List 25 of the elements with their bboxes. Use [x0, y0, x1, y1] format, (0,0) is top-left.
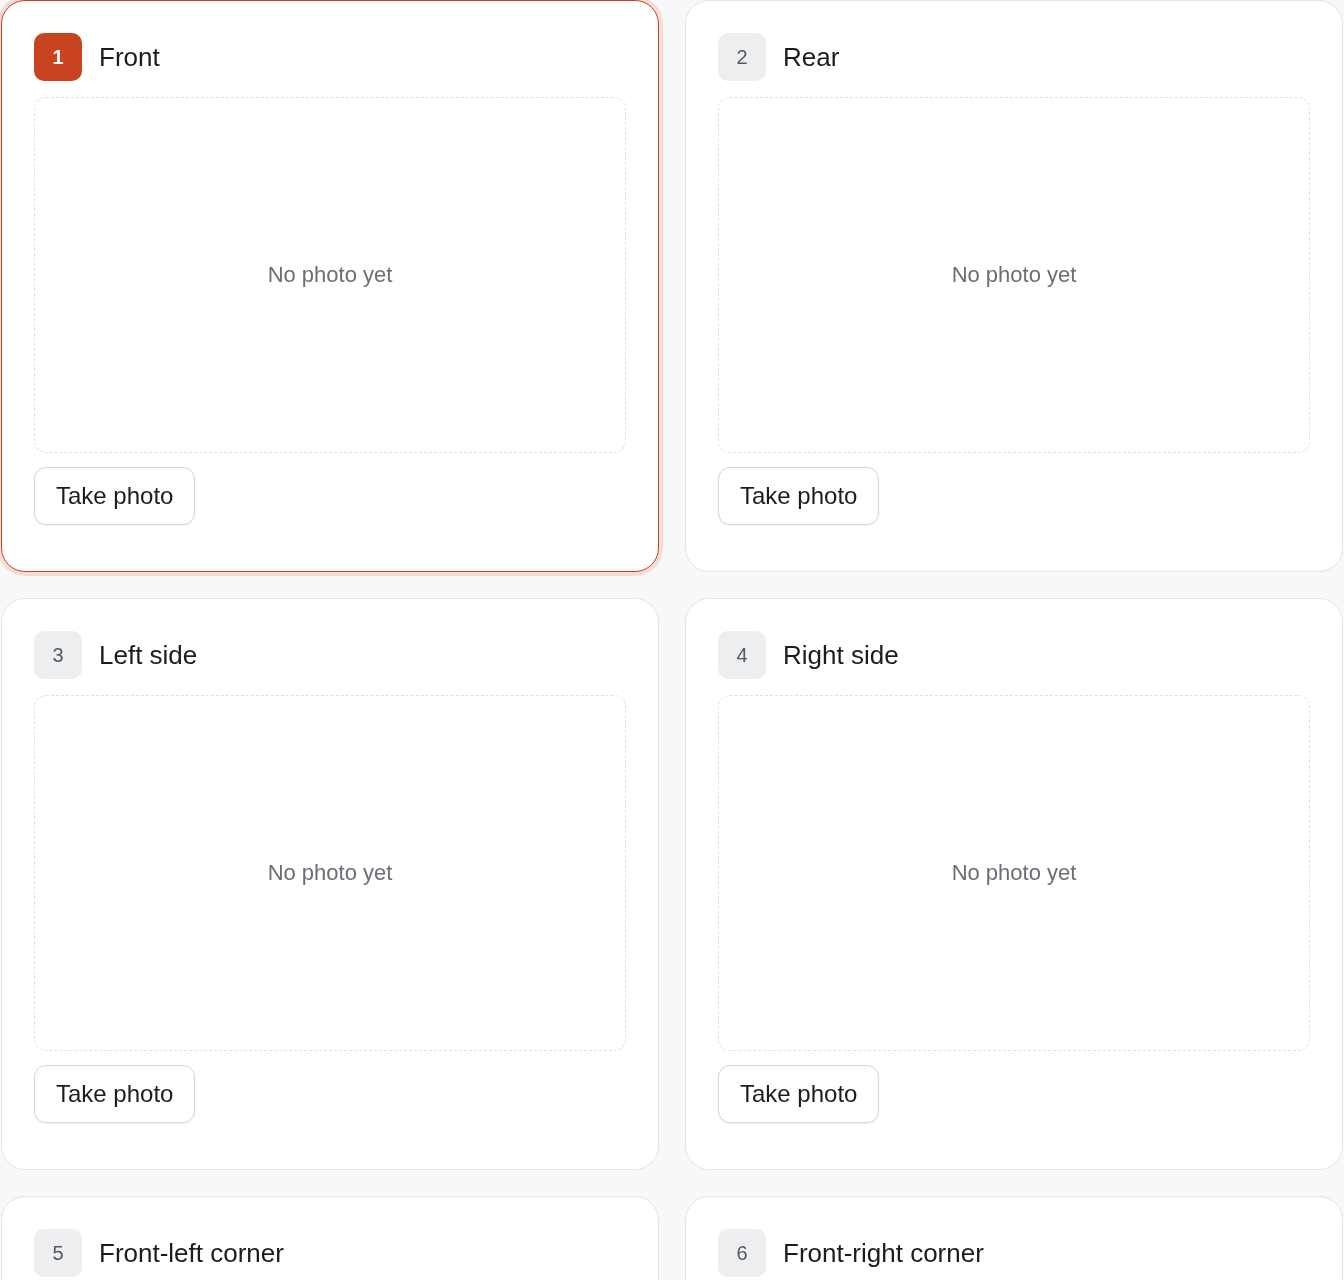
- card-title: Front-left corner: [99, 1237, 284, 1269]
- shot-card[interactable]: 6 Front-right corner: [685, 1196, 1343, 1280]
- empty-photo-text: No photo yet: [951, 262, 1077, 288]
- card-title: Left side: [99, 639, 198, 671]
- empty-photo-text: No photo yet: [267, 262, 393, 288]
- step-number: 1: [34, 33, 82, 81]
- step-number: 6: [718, 1229, 766, 1277]
- card-title: Rear: [783, 41, 840, 73]
- shot-card[interactable]: 5 Front-left corner: [1, 1196, 659, 1280]
- shot-card[interactable]: 2 Rear No photo yet Take photo: [685, 0, 1343, 572]
- card-title: Front-right corner: [783, 1237, 984, 1269]
- card-title: Right side: [783, 639, 899, 671]
- take-photo-button[interactable]: Take photo: [34, 467, 196, 525]
- card-title: Front: [99, 41, 160, 73]
- empty-photo-text: No photo yet: [267, 860, 393, 886]
- shot-card[interactable]: 4 Right side No photo yet Take photo: [685, 598, 1343, 1170]
- take-photo-button[interactable]: Take photo: [718, 1065, 880, 1123]
- take-photo-button[interactable]: Take photo: [34, 1065, 196, 1123]
- step-number: 3: [34, 631, 82, 679]
- step-number: 2: [718, 33, 766, 81]
- step-number: 5: [34, 1229, 82, 1277]
- shot-card[interactable]: 3 Left side No photo yet Take photo: [1, 598, 659, 1170]
- take-photo-button[interactable]: Take photo: [718, 467, 880, 525]
- step-number: 4: [718, 631, 766, 679]
- empty-photo-text: No photo yet: [951, 860, 1077, 886]
